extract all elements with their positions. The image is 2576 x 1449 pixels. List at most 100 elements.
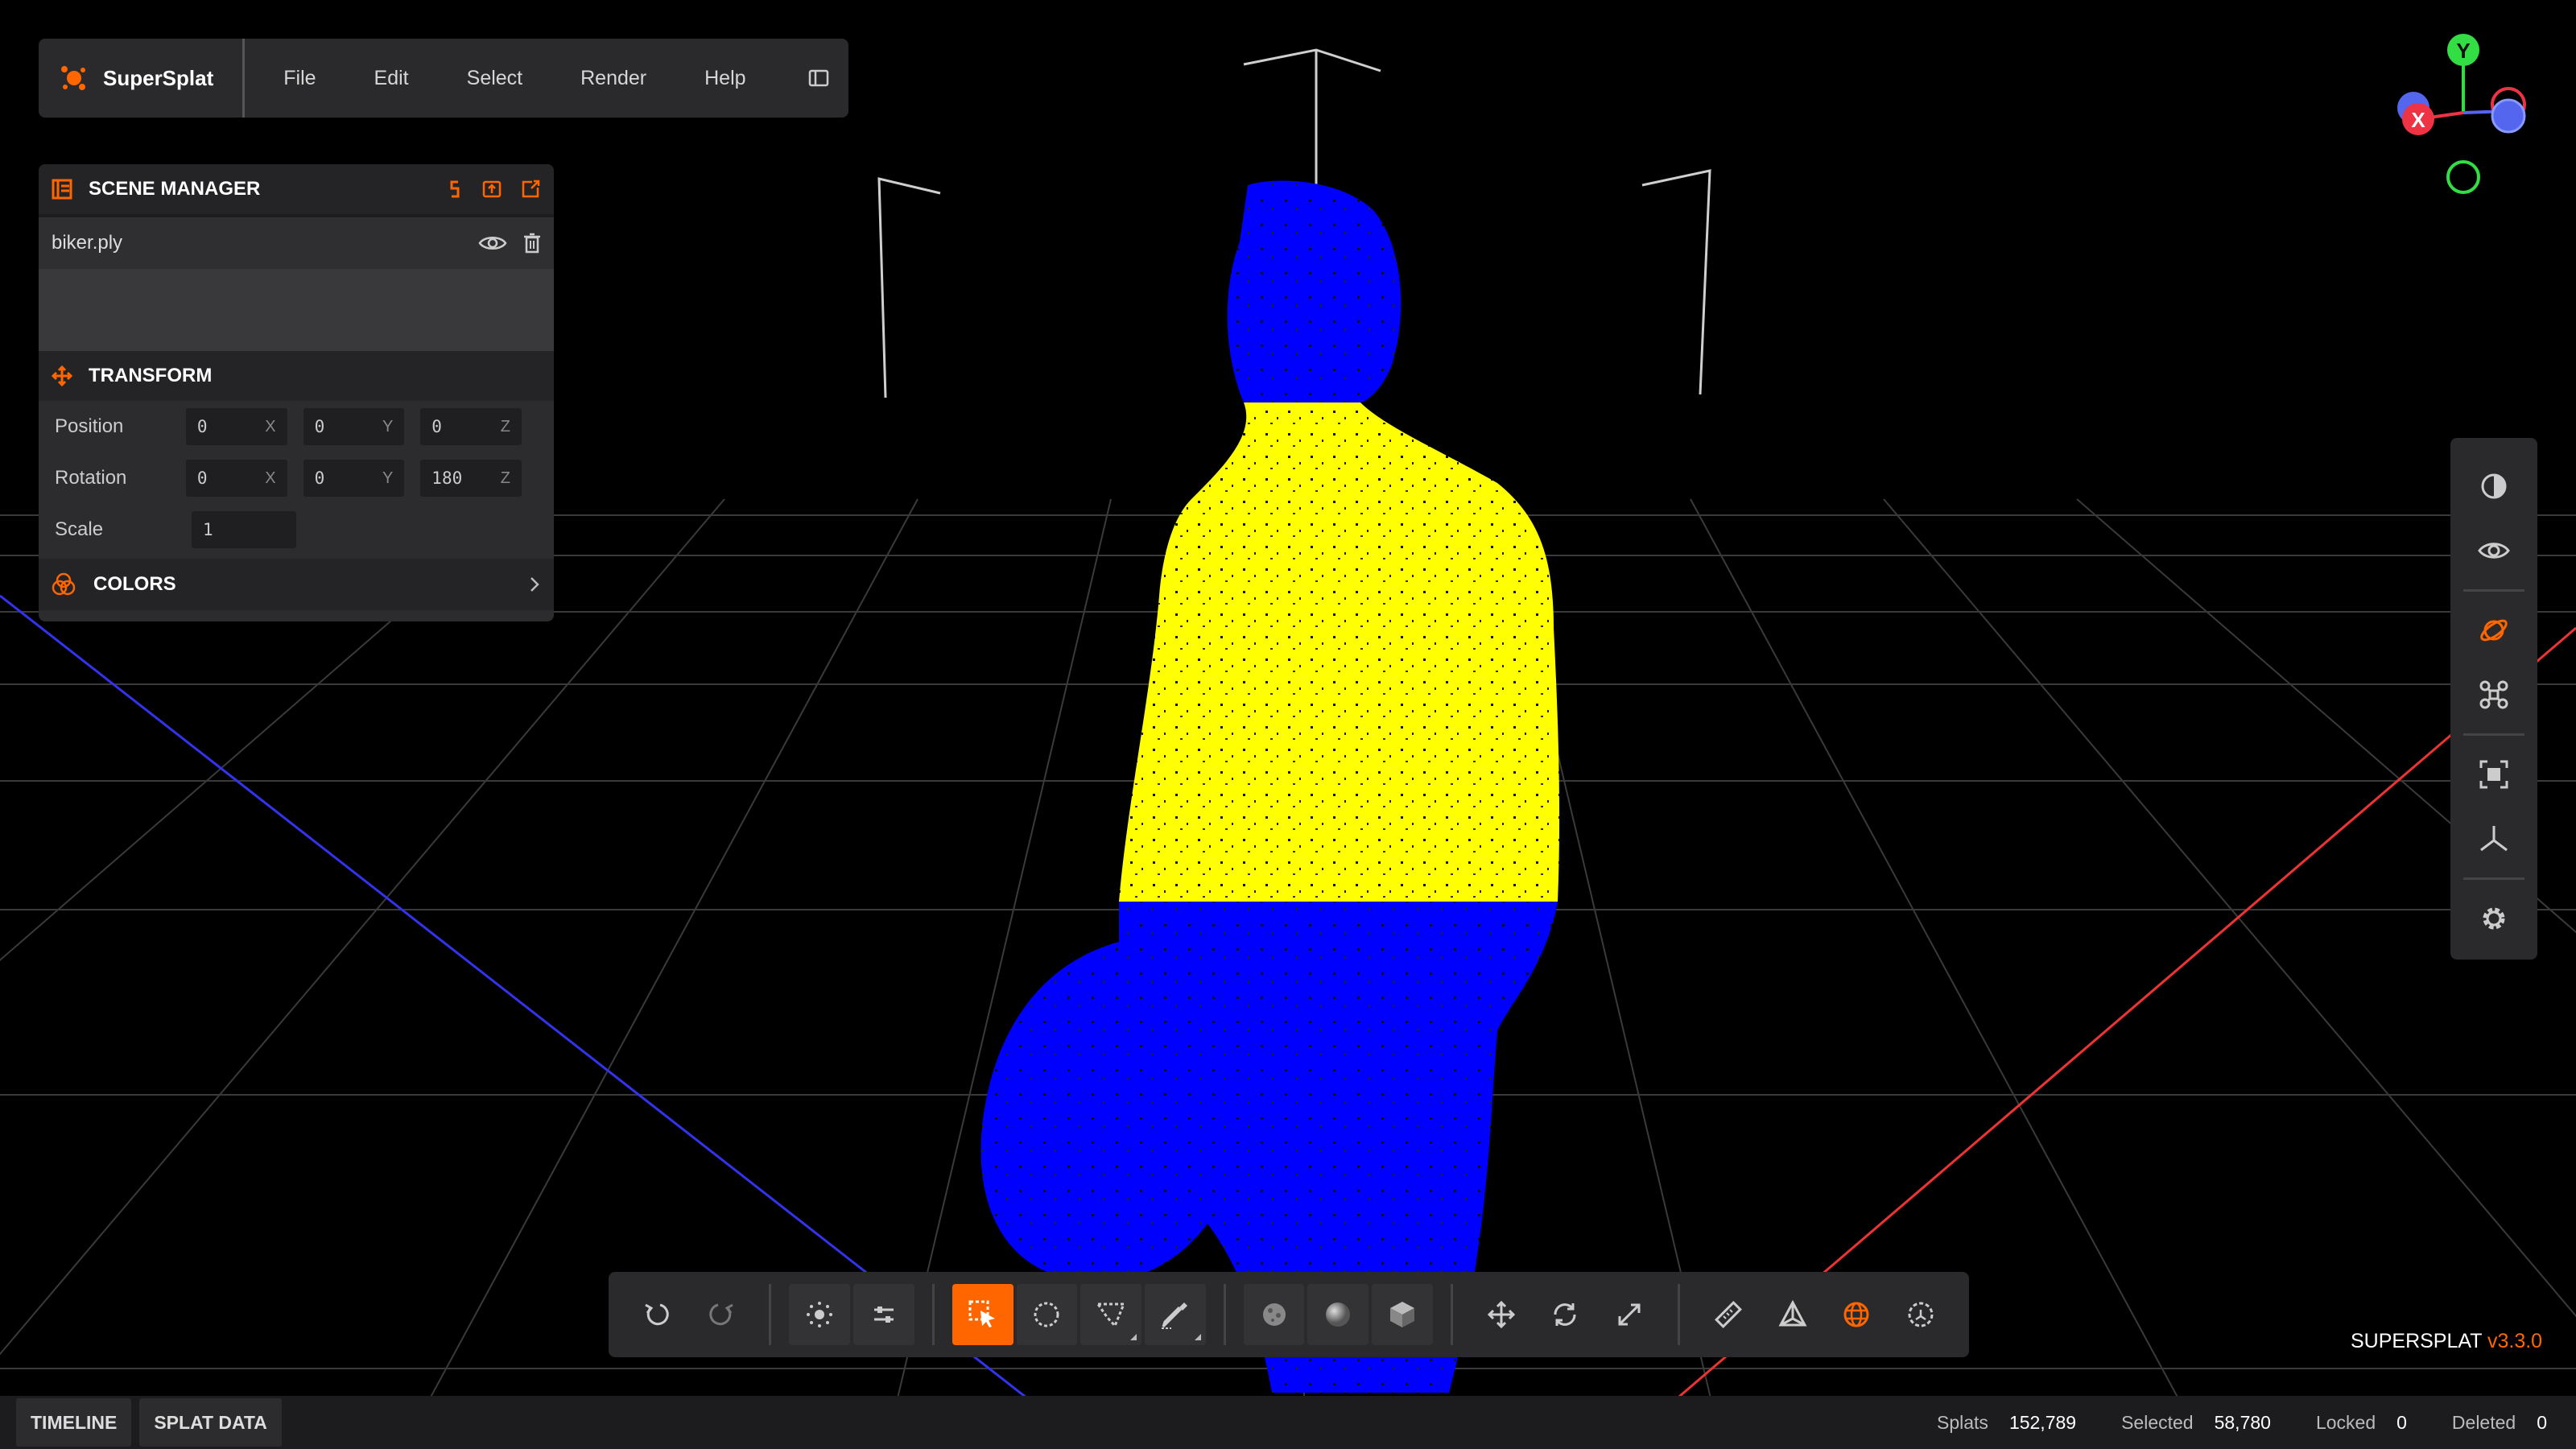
separator [2463,877,2524,880]
panel-toggle-icon[interactable] [808,69,829,87]
splat-mode-button[interactable] [1243,1284,1305,1345]
menu-render[interactable]: Render [551,67,675,90]
drone-icon [2478,679,2510,711]
scale-label: Scale [55,518,104,540]
axes-icon [2478,823,2510,855]
splat-icon [1259,1299,1290,1330]
menu-file[interactable]: File [245,67,345,90]
settings-button[interactable] [2462,886,2526,951]
polygon-select-button[interactable] [1080,1284,1141,1345]
visibility-button[interactable] [2462,518,2526,583]
view-gizmo[interactable]: Y X [2383,24,2536,209]
picker-tool-button[interactable] [789,1284,851,1345]
options-button[interactable] [853,1284,914,1345]
rect-select-button[interactable] [952,1284,1013,1345]
gizmo-neg-y-axis [2446,160,2480,194]
contrast-icon [2479,472,2508,501]
menu-select[interactable]: Select [438,67,551,90]
cube-icon [1387,1299,1418,1330]
rotation-z-field[interactable]: 180 Z [420,460,522,497]
menu-bar: SuperSplat File Edit Select Render Help [39,39,848,118]
separator [1450,1284,1453,1345]
frame-icon [2478,758,2510,791]
translate-button[interactable] [1471,1284,1532,1345]
dots-picker-icon [805,1300,834,1329]
orbit-camera-button[interactable] [2462,598,2526,663]
colors-icon [52,572,76,597]
rotation-label: Rotation [55,467,127,489]
separator [2463,589,2524,592]
measure-button[interactable] [1698,1284,1759,1345]
eye-icon[interactable] [478,233,507,253]
frame-selection-button[interactable] [2462,742,2526,807]
scene-item[interactable]: biker.ply [39,214,554,269]
separator [769,1284,772,1345]
position-z-field[interactable]: 0Z [420,408,522,445]
tab-splat-data[interactable]: SPLAT DATA [139,1398,282,1447]
eyedropper-icon [1160,1299,1191,1330]
scene-manager-title: SCENE MANAGER [89,178,261,200]
sphere-mode-button[interactable] [1307,1284,1369,1345]
position-label: Position [55,415,124,437]
rotation-y-field[interactable]: 0Y [303,460,405,497]
scale-field[interactable]: 1 [192,511,296,548]
colors-header[interactable]: COLORS [39,559,554,610]
export-icon[interactable] [520,179,541,200]
menu-edit[interactable]: Edit [345,67,438,90]
left-panel: SCENE MANAGER biker.ply TRANSFORM Positi… [39,164,554,621]
svg-text:X: X [2411,108,2425,132]
gear-icon [2479,904,2508,933]
undo-button[interactable] [626,1284,687,1345]
eyedropper-select-button[interactable] [1145,1284,1206,1345]
stat-selected: Selected 58,780 [2121,1411,2271,1433]
scene-manager-icon [52,179,72,200]
stat-deleted: Deleted 0 [2451,1411,2547,1433]
stat-locked: Locked 0 [2315,1411,2407,1433]
position-x-field[interactable]: 0X [185,408,287,445]
polygon-icon [1096,1299,1126,1330]
fly-camera-button[interactable] [2462,663,2526,727]
stats: Splats 152,789 Selected 58,780 Locked 0 Del… [1892,1412,2576,1434]
rect-select-icon [968,1299,998,1330]
bottom-toolbar [609,1272,1969,1357]
axes-button[interactable] [1762,1284,1823,1345]
eye-icon [2478,539,2510,562]
position-y-field[interactable]: 0Y [303,408,405,445]
import-icon[interactable] [481,179,502,200]
menu-help[interactable]: Help [675,67,774,90]
submenu-indicator [1130,1334,1137,1340]
rotation-x-field[interactable]: 0X [185,460,287,497]
rotate-button[interactable] [1535,1284,1596,1345]
chevron-right-icon[interactable] [528,575,541,594]
separator [1223,1284,1226,1345]
ruler-icon [1713,1299,1744,1330]
version-label: SUPERSPLAT v3.3.0 [2351,1330,2543,1352]
scale-button[interactable] [1599,1284,1660,1345]
trash-icon[interactable] [523,233,541,254]
scale-icon [1615,1300,1644,1329]
brand[interactable]: SuperSplat [39,39,246,118]
gizmo-z-axis [2491,98,2526,134]
separator [2463,733,2524,736]
lasso-select-button[interactable] [1016,1284,1078,1345]
local-space-button[interactable] [1890,1284,1951,1345]
display-mode-button[interactable] [2462,454,2526,518]
supersplat-logo-icon [58,62,90,94]
stat-splats: Splats 152,789 [1937,1411,2077,1433]
sync-icon[interactable] [446,179,464,200]
box-mode-button[interactable] [1372,1284,1433,1345]
splat-point-cloud [980,180,1560,1393]
move-icon [52,365,72,386]
sliders-icon [869,1300,898,1329]
reset-origin-button[interactable] [2462,807,2526,871]
redo-button[interactable] [691,1284,752,1345]
scale-row: Scale 1 [39,504,554,555]
undo-icon [642,1300,671,1329]
app-name: SuperSplat [103,65,214,90]
transform-header: TRANSFORM [39,351,554,401]
triangle-axes-icon [1777,1299,1808,1330]
scene-item-name: biker.ply [52,232,123,254]
position-row: Position 0X 0Y 0Z [39,401,554,452]
tab-timeline[interactable]: TIMELINE [16,1398,132,1447]
world-space-button[interactable] [1826,1284,1887,1345]
